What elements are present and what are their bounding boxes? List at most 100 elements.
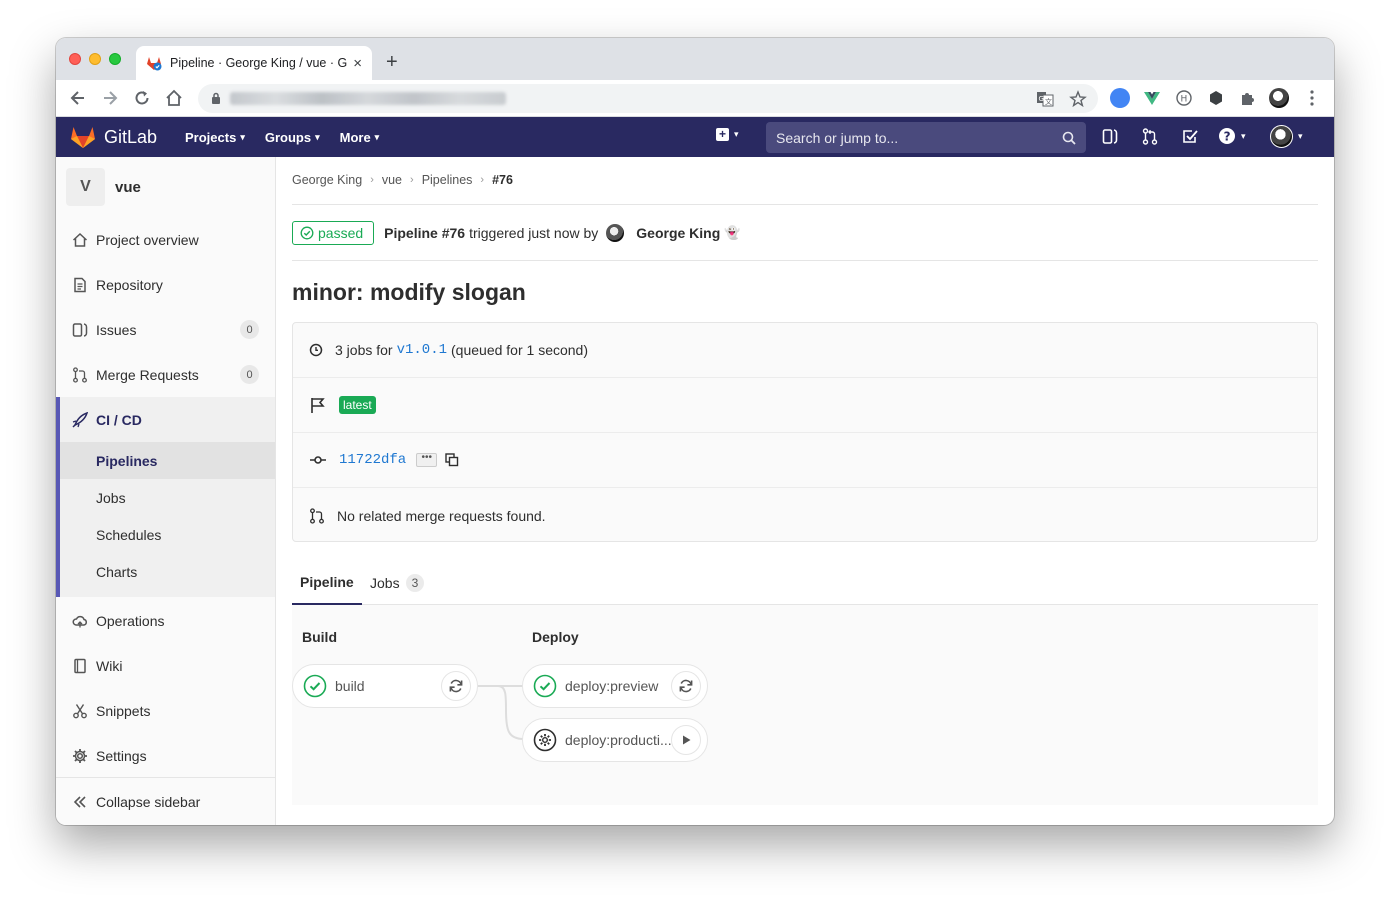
sidebar-item-issues[interactable]: Issues 0 (56, 307, 275, 352)
merge-requests-nav-icon[interactable] (1142, 128, 1158, 145)
status-badge[interactable]: passed (292, 221, 375, 245)
divider (292, 260, 1318, 261)
gitlab-logo-icon (71, 127, 95, 148)
merge-request-icon (73, 366, 87, 383)
manual-status-icon (533, 728, 557, 752)
sidebar-item-cicd[interactable]: CI / CD (60, 397, 275, 442)
browser-tab[interactable]: Pipeline · George King / vue · G × (136, 46, 372, 80)
bookmark-star-icon[interactable] (1069, 90, 1087, 108)
home-icon (72, 232, 88, 247)
nav-more[interactable]: More ▾ (340, 130, 380, 145)
job-build[interactable]: build (292, 664, 478, 708)
search-input[interactable]: Search or jump to... (766, 122, 1086, 153)
sidebar-item-label: Wiki (96, 657, 123, 674)
sidebar-item-wiki[interactable]: Wiki (56, 643, 275, 688)
address-bar[interactable]: G文 (198, 84, 1098, 113)
gitlab-home-link[interactable]: GitLab (70, 125, 157, 149)
back-icon[interactable] (68, 88, 88, 108)
new-item-dropdown[interactable]: + ▾ (716, 128, 739, 141)
nav-groups[interactable]: Groups ▾ (265, 130, 320, 145)
vue-devtools-icon[interactable] (1142, 88, 1162, 108)
nav-projects-label: Projects (185, 129, 237, 145)
play-icon (683, 735, 691, 745)
minimize-window-button[interactable] (89, 53, 101, 65)
extension-4-icon[interactable] (1206, 88, 1226, 108)
job-deploy-preview[interactable]: deploy:preview (522, 664, 708, 708)
forward-icon[interactable] (100, 88, 120, 108)
chevron-right-icon: › (480, 174, 485, 186)
gitlab-favicon-icon (147, 57, 162, 71)
retry-job-button[interactable] (441, 671, 471, 701)
extension-3-icon[interactable]: H (1174, 88, 1194, 108)
extensions-puzzle-icon[interactable] (1238, 88, 1258, 108)
collapse-sidebar-button[interactable]: Collapse sidebar (56, 777, 275, 825)
play-job-button[interactable] (671, 725, 701, 755)
retry-job-button[interactable] (671, 671, 701, 701)
author-name[interactable]: George King (636, 225, 720, 241)
close-window-button[interactable] (69, 53, 81, 65)
tab-jobs[interactable]: Jobs 3 (362, 561, 432, 605)
breadcrumb-item[interactable]: vue (382, 173, 402, 187)
commit-sha-link[interactable]: 11722dfa (339, 452, 406, 468)
brand-name: GitLab (104, 126, 158, 147)
breadcrumb-current[interactable]: #76 (492, 173, 513, 187)
doc-icon (74, 277, 86, 292)
sidebar-item-project-overview[interactable]: Project overview (56, 217, 275, 262)
maximize-window-button[interactable] (109, 53, 121, 65)
project-header[interactable]: V vue (66, 168, 141, 206)
pipeline-graph: Build Deploy build deploy:preview deploy… (292, 605, 1318, 805)
chevron-right-icon: › (370, 174, 374, 186)
breadcrumb-item[interactable]: Pipelines (422, 173, 473, 187)
issues-nav-icon[interactable] (1102, 128, 1118, 145)
user-avatar[interactable] (1270, 125, 1293, 148)
commit-title: minor: modify slogan (292, 279, 526, 305)
new-tab-button[interactable]: + (386, 51, 398, 74)
tab-pipeline[interactable]: Pipeline (292, 561, 362, 605)
sidebar-subitem-pipelines[interactable]: Pipelines (60, 442, 275, 479)
translate-icon[interactable]: G文 (1036, 90, 1054, 108)
sidebar-item-repository[interactable]: Repository (56, 262, 275, 307)
sidebar-subitem-schedules[interactable]: Schedules (60, 516, 275, 553)
tab-strip: Pipeline · George King / vue · G × + (56, 38, 1334, 80)
reload-icon[interactable] (132, 88, 152, 108)
job-deploy-production[interactable]: deploy:producti... (522, 718, 708, 762)
browser-menu-icon[interactable] (1302, 88, 1322, 108)
sidebar-subitem-charts[interactable]: Charts (60, 553, 275, 590)
tab-title: Pipeline · George King / vue · G (170, 56, 348, 70)
breadcrumb-item[interactable]: George King (292, 173, 362, 187)
stage-title-deploy: Deploy (532, 629, 579, 645)
sidebar-item-merge-requests[interactable]: Merge Requests 0 (56, 352, 275, 397)
pipeline-info-box: 3 jobs for v1.0.1 (queued for 1 second) … (292, 322, 1318, 542)
expand-commit-message-button[interactable]: ••• (416, 453, 438, 467)
copy-icon[interactable] (445, 453, 459, 467)
pipeline-tabs: Pipeline Jobs 3 (292, 561, 1318, 605)
home-button-icon[interactable] (164, 88, 184, 108)
author-avatar[interactable] (606, 224, 625, 242)
help-dropdown[interactable]: ? ▾ (1218, 127, 1246, 145)
tab-close-icon[interactable]: × (353, 55, 362, 72)
info-row-commit: 11722dfa ••• (293, 433, 1317, 488)
profile-avatar[interactable] (1269, 88, 1289, 108)
todos-nav-icon[interactable] (1182, 128, 1198, 145)
sidebar-item-settings[interactable]: Settings (56, 733, 275, 778)
sidebar-group-cicd: CI / CD Pipelines Jobs Schedules Charts (56, 397, 275, 597)
sidebar-item-label: Repository (96, 276, 163, 293)
chevron-right-icon: › (410, 174, 414, 186)
retry-icon (449, 679, 463, 693)
jobs-count-badge: 3 (405, 574, 425, 592)
chevron-down-icon[interactable]: ▾ (1298, 131, 1303, 142)
sidebar-item-snippets[interactable]: Snippets (56, 688, 275, 733)
commit-icon (310, 456, 326, 464)
extension-1-icon[interactable] (1110, 88, 1130, 108)
nav-projects[interactable]: Projects ▾ (185, 130, 245, 145)
flag-icon (311, 398, 325, 413)
lock-icon (212, 92, 220, 104)
sidebar-item-operations[interactable]: Operations (56, 598, 275, 643)
chevron-down-icon: ▾ (374, 131, 380, 142)
success-status-icon (533, 674, 557, 698)
retry-icon (679, 679, 693, 693)
sidebar-subitem-jobs[interactable]: Jobs (60, 479, 275, 516)
project-avatar: V (66, 168, 105, 206)
issues-icon (72, 322, 88, 337)
ref-link[interactable]: v1.0.1 (397, 342, 447, 358)
